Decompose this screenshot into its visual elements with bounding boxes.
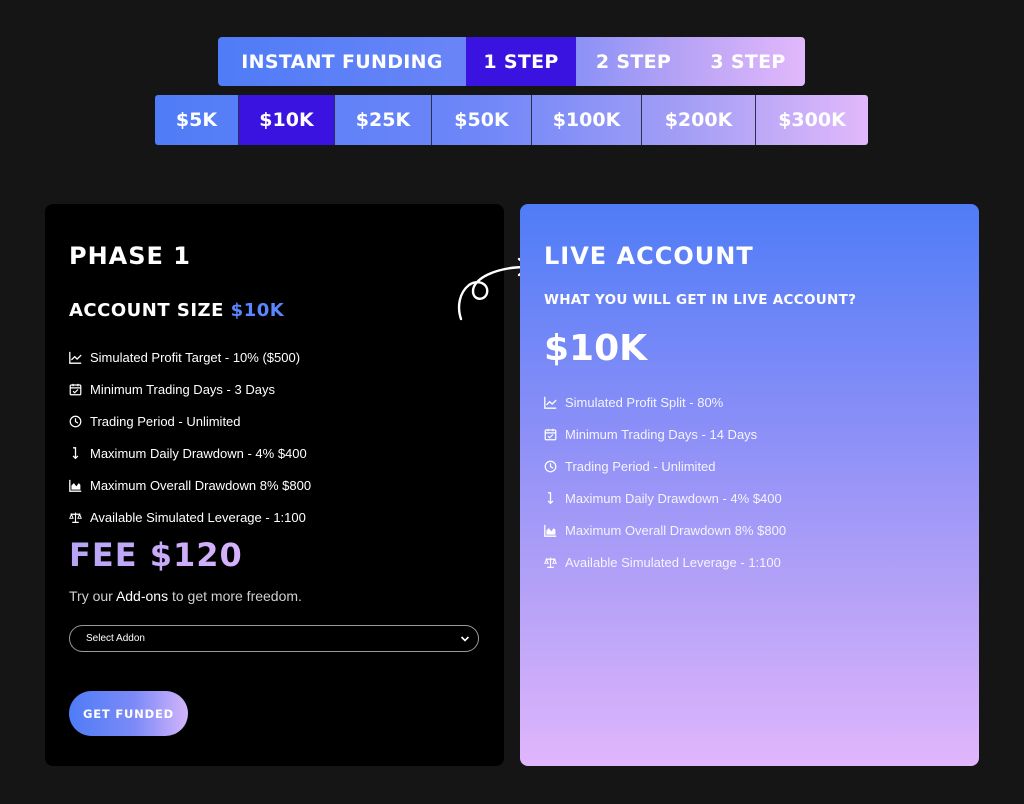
live-account-amount: $10K bbox=[544, 328, 648, 369]
size-10k-button[interactable]: $10K bbox=[239, 95, 335, 145]
feature-item: Available Simulated Leverage - 1:100 bbox=[544, 546, 786, 578]
addon-select-value: Select Addon bbox=[86, 633, 145, 644]
size-100k-button[interactable]: $100K bbox=[532, 95, 642, 145]
feature-item: Minimum Trading Days - 3 Days bbox=[69, 373, 311, 405]
clock-icon bbox=[69, 415, 82, 427]
fee-price: FEE $120 bbox=[69, 536, 243, 574]
feature-item: Simulated Profit Split - 80% bbox=[544, 386, 786, 418]
get-funded-button[interactable]: GET FUNDED bbox=[69, 691, 188, 736]
feature-text: Simulated Profit Target - 10% ($500) bbox=[90, 349, 301, 365]
chart-line-icon bbox=[69, 351, 82, 364]
live-feature-list: Simulated Profit Split - 80% Minimum Tra… bbox=[544, 386, 786, 578]
tab-1-step[interactable]: 1 STEP bbox=[466, 37, 576, 86]
scale-icon bbox=[544, 557, 557, 568]
area-chart-icon bbox=[544, 524, 557, 537]
addon-suffix: to get more freedom. bbox=[168, 588, 302, 604]
size-25k-button[interactable]: $25K bbox=[335, 95, 432, 145]
feature-item: Simulated Profit Target - 10% ($500) bbox=[69, 341, 311, 373]
program-tabs: INSTANT FUNDING 1 STEP 2 STEP 3 STEP bbox=[218, 37, 805, 86]
size-200k-button[interactable]: $200K bbox=[642, 95, 756, 145]
feature-text: Minimum Trading Days - 14 Days bbox=[565, 426, 758, 442]
calendar-check-icon bbox=[544, 428, 557, 440]
area-chart-icon bbox=[69, 479, 82, 492]
live-account-title: LIVE ACCOUNT bbox=[544, 242, 754, 270]
addon-promo: Try our Add-ons to get more freedom. bbox=[69, 588, 302, 604]
chevron-down-icon bbox=[460, 635, 470, 642]
feature-item: Trading Period - Unlimited bbox=[544, 450, 786, 482]
arrow-down-icon bbox=[547, 491, 554, 504]
account-size-heading: ACCOUNT SIZE $10K bbox=[69, 300, 284, 321]
feature-text: Minimum Trading Days - 3 Days bbox=[90, 381, 275, 397]
account-size-label: ACCOUNT SIZE bbox=[69, 300, 224, 321]
feature-item: Maximum Daily Drawdown - 4% $400 bbox=[544, 482, 786, 514]
tab-instant-funding[interactable]: INSTANT FUNDING bbox=[218, 37, 466, 86]
live-account-subtitle: WHAT YOU WILL GET IN LIVE ACCOUNT? bbox=[544, 292, 857, 308]
size-300k-button[interactable]: $300K bbox=[756, 95, 868, 145]
phase-card: PHASE 1 ACCOUNT SIZE $10K Simulated Prof… bbox=[45, 204, 504, 766]
account-size-selector: $5K $10K $25K $50K $100K $200K $300K bbox=[155, 95, 868, 145]
feature-text: Available Simulated Leverage - 1:100 bbox=[90, 509, 306, 525]
size-5k-button[interactable]: $5K bbox=[155, 95, 239, 145]
phase-title: PHASE 1 bbox=[69, 242, 191, 270]
chart-line-icon bbox=[544, 396, 557, 409]
feature-text: Trading Period - Unlimited bbox=[90, 413, 241, 429]
phase-feature-list: Simulated Profit Target - 10% ($500) Min… bbox=[69, 341, 311, 533]
feature-item: Maximum Overall Drawdown 8% $800 bbox=[544, 514, 786, 546]
tab-2-step[interactable]: 2 STEP bbox=[576, 37, 691, 86]
feature-item: Trading Period - Unlimited bbox=[69, 405, 311, 437]
feature-text: Maximum Daily Drawdown - 4% $400 bbox=[90, 445, 307, 461]
size-50k-button[interactable]: $50K bbox=[432, 95, 532, 145]
addon-select[interactable]: Select Addon bbox=[69, 625, 479, 652]
account-size-value: $10K bbox=[230, 300, 285, 321]
feature-item: Maximum Daily Drawdown - 4% $400 bbox=[69, 437, 311, 469]
feature-item: Maximum Overall Drawdown 8% $800 bbox=[69, 469, 311, 501]
feature-text: Trading Period - Unlimited bbox=[565, 458, 716, 474]
feature-text: Maximum Overall Drawdown 8% $800 bbox=[90, 477, 312, 493]
arrow-down-icon bbox=[72, 446, 79, 459]
addon-prefix: Try our bbox=[69, 588, 116, 604]
feature-text: Maximum Daily Drawdown - 4% $400 bbox=[565, 490, 782, 506]
feature-text: Available Simulated Leverage - 1:100 bbox=[565, 554, 781, 570]
tab-3-step[interactable]: 3 STEP bbox=[691, 37, 805, 86]
feature-text: Maximum Overall Drawdown 8% $800 bbox=[565, 522, 787, 538]
scale-icon bbox=[69, 512, 82, 523]
feature-text: Simulated Profit Split - 80% bbox=[565, 394, 724, 410]
calendar-check-icon bbox=[69, 383, 82, 395]
feature-item: Minimum Trading Days - 14 Days bbox=[544, 418, 786, 450]
live-account-card: LIVE ACCOUNT WHAT YOU WILL GET IN LIVE A… bbox=[520, 204, 979, 766]
addons-link[interactable]: Add-ons bbox=[116, 588, 168, 604]
feature-item: Available Simulated Leverage - 1:100 bbox=[69, 501, 311, 533]
clock-icon bbox=[544, 460, 557, 472]
